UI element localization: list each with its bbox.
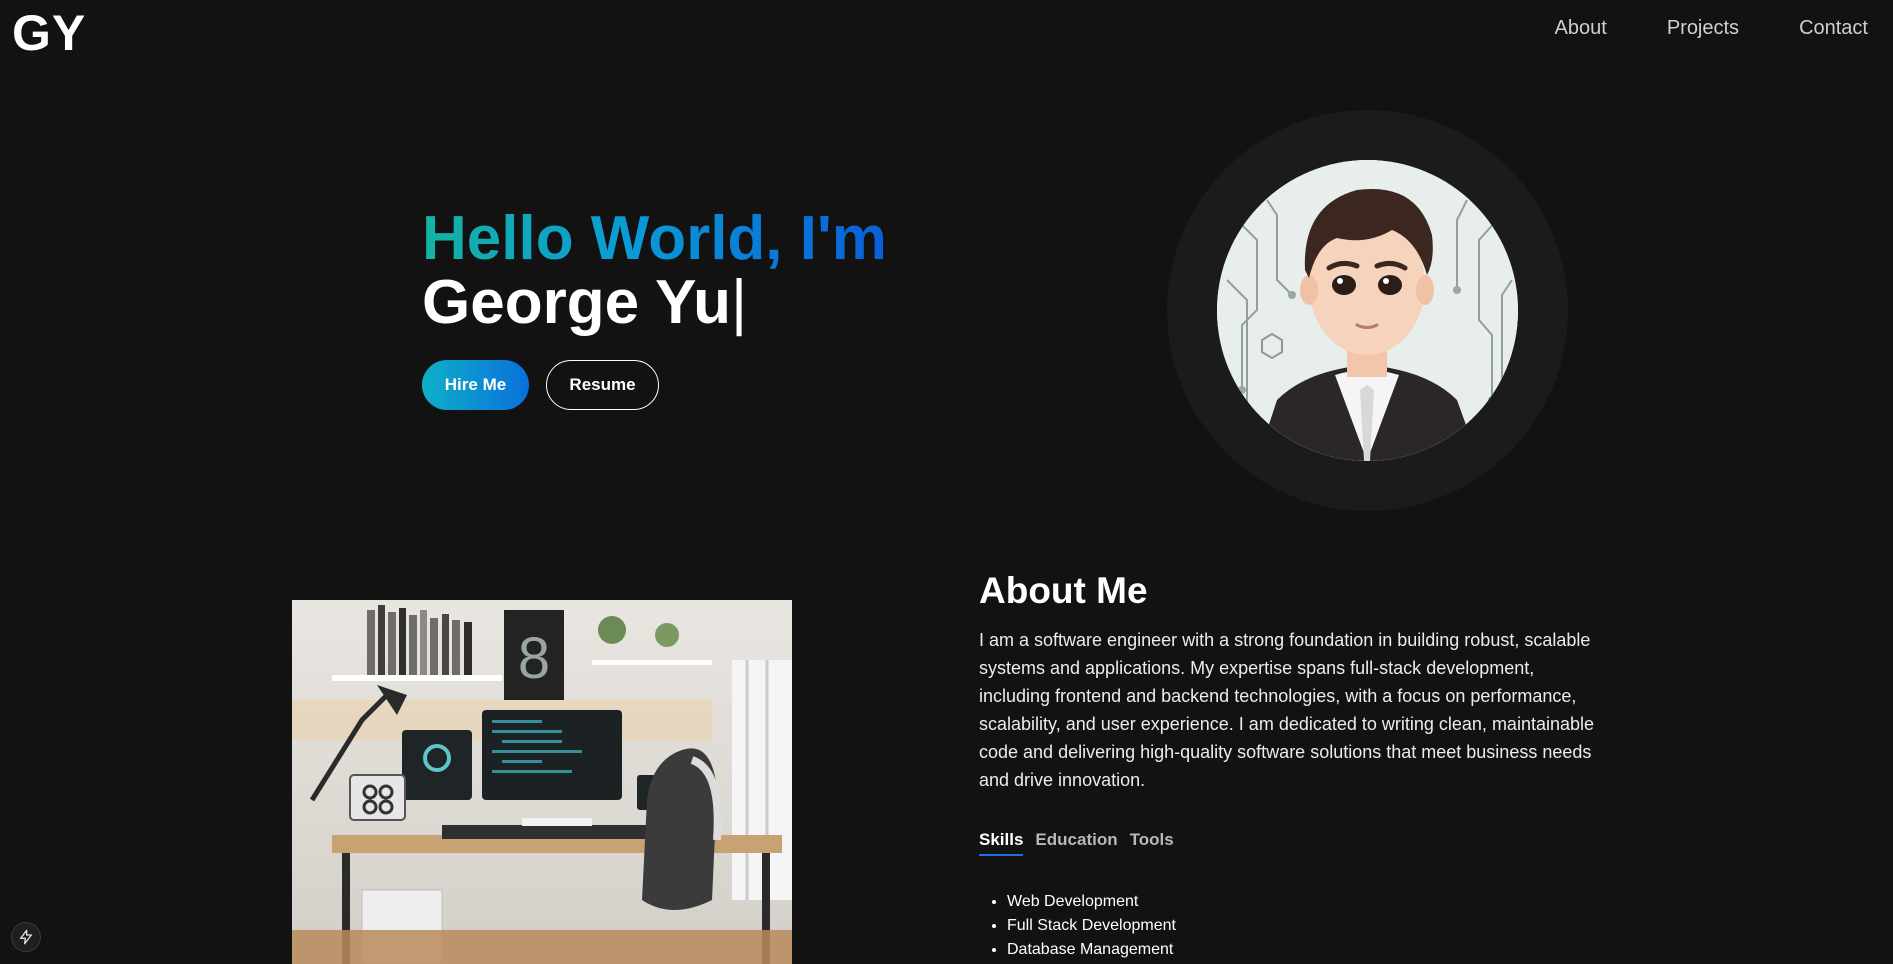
hero-name: George Yu — [422, 268, 731, 337]
tab-skills[interactable]: Skills — [979, 830, 1024, 856]
workspace-illustration: 8 — [292, 600, 792, 964]
svg-text:8: 8 — [518, 626, 550, 691]
about-body: I am a software engineer with a strong f… — [979, 630, 1595, 790]
workspace-image: 8 — [292, 600, 792, 964]
nav-link-projects[interactable]: Projects — [1667, 17, 1739, 40]
list-item: Web Development — [1007, 890, 1609, 914]
hero-greeting: Hello World, I'm — [422, 204, 887, 273]
list-item: Database Management — [1007, 938, 1609, 962]
avatar — [1217, 160, 1518, 461]
typing-cursor: | — [730, 268, 748, 337]
hire-me-button[interactable]: Hire Me — [422, 360, 529, 410]
hero-actions: Hire Me Resume — [422, 360, 659, 410]
skills-list: Web Development Full Stack Development D… — [979, 890, 1609, 962]
avatar-illustration — [1217, 160, 1518, 461]
about-tabs: Skills Education Tools — [979, 830, 1609, 856]
main-nav: About Projects Contact — [1555, 17, 1868, 40]
list-item: Full Stack Development — [1007, 914, 1609, 938]
site-logo[interactable]: GY — [12, 4, 86, 62]
about-title: About Me — [979, 570, 1148, 611]
lightning-bolt-icon[interactable] — [11, 922, 41, 952]
hero-name-line: George Yu| — [422, 272, 887, 334]
nav-link-about[interactable]: About — [1555, 17, 1607, 40]
about-section: About Me I am a software engineer with a… — [979, 570, 1609, 962]
avatar-ring — [1167, 110, 1568, 511]
hero-heading: Hello World, I'm George Yu| — [422, 208, 887, 334]
tab-education[interactable]: Education — [1035, 830, 1117, 856]
bolt-glyph — [20, 929, 32, 945]
nav-link-contact[interactable]: Contact — [1799, 17, 1868, 40]
resume-button[interactable]: Resume — [546, 360, 659, 410]
tab-tools[interactable]: Tools — [1130, 830, 1174, 856]
